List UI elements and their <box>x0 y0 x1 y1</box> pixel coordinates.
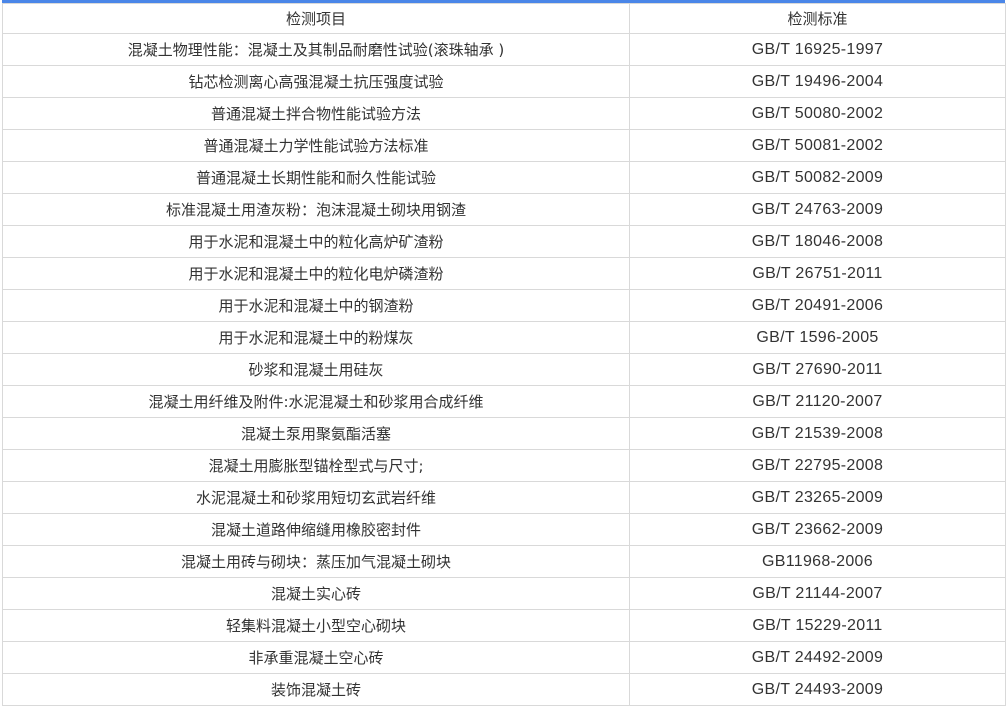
test-item-cell: 水泥混凝土和砂浆用短切玄武岩纤维 <box>2 481 630 514</box>
test-standard-cell: GB11968-2006 <box>629 545 1006 578</box>
test-item-cell: 混凝土用纤维及附件:水泥混凝土和砂浆用合成纤维 <box>2 385 630 418</box>
test-item-cell: 普通混凝土长期性能和耐久性能试验 <box>2 161 630 194</box>
table-header-row: 检测项目 检测标准 <box>2 3 1006 34</box>
table-row: 普通混凝土长期性能和耐久性能试验 GB/T 50082-2009 <box>2 161 1006 194</box>
test-standard-cell: GB/T 20491-2006 <box>629 289 1006 322</box>
table-row: 用于水泥和混凝土中的钢渣粉 GB/T 20491-2006 <box>2 289 1006 322</box>
standards-table-container: 检测项目 检测标准 混凝土物理性能：混凝土及其制品耐磨性试验(滚珠轴承 ) GB/… <box>2 0 1006 706</box>
table-row: 标准混凝土用渣灰粉：泡沫混凝土砌块用钢渣 GB/T 24763-2009 <box>2 193 1006 226</box>
test-item-cell: 用于水泥和混凝土中的粒化电炉磷渣粉 <box>2 257 630 290</box>
test-item-cell: 混凝土用膨胀型锚栓型式与尺寸; <box>2 449 630 482</box>
test-item-cell: 混凝土物理性能：混凝土及其制品耐磨性试验(滚珠轴承 ) <box>2 33 630 66</box>
test-standard-cell: GB/T 50081-2002 <box>629 129 1006 162</box>
test-standard-cell: GB/T 27690-2011 <box>629 353 1006 386</box>
header-test-item: 检测项目 <box>2 3 630 34</box>
test-item-cell: 用于水泥和混凝土中的粉煤灰 <box>2 321 630 354</box>
test-item-cell: 普通混凝土拌合物性能试验方法 <box>2 97 630 130</box>
test-standard-cell: GB/T 50082-2009 <box>629 161 1006 194</box>
test-item-cell: 用于水泥和混凝土中的钢渣粉 <box>2 289 630 322</box>
test-standard-cell: GB/T 21539-2008 <box>629 417 1006 450</box>
table-row: 轻集料混凝土小型空心砌块 GB/T 15229-2011 <box>2 609 1006 642</box>
test-item-cell: 标准混凝土用渣灰粉：泡沫混凝土砌块用钢渣 <box>2 193 630 226</box>
test-standard-cell: GB/T 26751-2011 <box>629 257 1006 290</box>
test-standard-cell: GB/T 16925-1997 <box>629 33 1006 66</box>
table-row: 用于水泥和混凝土中的粒化电炉磷渣粉 GB/T 26751-2011 <box>2 257 1006 290</box>
test-item-cell: 轻集料混凝土小型空心砌块 <box>2 609 630 642</box>
table-row: 混凝土用纤维及附件:水泥混凝土和砂浆用合成纤维 GB/T 21120-2007 <box>2 385 1006 418</box>
test-item-cell: 钻芯检测离心高强混凝土抗压强度试验 <box>2 65 630 98</box>
test-item-cell: 普通混凝土力学性能试验方法标准 <box>2 129 630 162</box>
table-row: 混凝土实心砖 GB/T 21144-2007 <box>2 577 1006 610</box>
test-item-cell: 非承重混凝土空心砖 <box>2 641 630 674</box>
table-row: 用于水泥和混凝土中的粒化高炉矿渣粉 GB/T 18046-2008 <box>2 225 1006 258</box>
test-standard-cell: GB/T 23265-2009 <box>629 481 1006 514</box>
table-row: 水泥混凝土和砂浆用短切玄武岩纤维 GB/T 23265-2009 <box>2 481 1006 514</box>
table-row: 钻芯检测离心高强混凝土抗压强度试验 GB/T 19496-2004 <box>2 65 1006 98</box>
test-standard-cell: GB/T 15229-2011 <box>629 609 1006 642</box>
table-row: 混凝土物理性能：混凝土及其制品耐磨性试验(滚珠轴承 ) GB/T 16925-19… <box>2 33 1006 66</box>
test-standard-cell: GB/T 24763-2009 <box>629 193 1006 226</box>
table-row: 混凝土道路伸缩缝用橡胶密封件 GB/T 23662-2009 <box>2 513 1006 546</box>
test-standard-cell: GB/T 50080-2002 <box>629 97 1006 130</box>
table-row: 用于水泥和混凝土中的粉煤灰 GB/T 1596-2005 <box>2 321 1006 354</box>
test-standard-cell: GB/T 23662-2009 <box>629 513 1006 546</box>
table-body: 混凝土物理性能：混凝土及其制品耐磨性试验(滚珠轴承 ) GB/T 16925-19… <box>2 33 1006 706</box>
test-standard-cell: GB/T 18046-2008 <box>629 225 1006 258</box>
test-item-cell: 混凝土实心砖 <box>2 577 630 610</box>
test-standard-cell: GB/T 24493-2009 <box>629 673 1006 706</box>
header-test-standard: 检测标准 <box>629 3 1006 34</box>
test-standard-cell: GB/T 19496-2004 <box>629 65 1006 98</box>
table-row: 混凝土泵用聚氨酯活塞 GB/T 21539-2008 <box>2 417 1006 450</box>
test-standard-cell: GB/T 1596-2005 <box>629 321 1006 354</box>
test-item-cell: 用于水泥和混凝土中的粒化高炉矿渣粉 <box>2 225 630 258</box>
table-row: 非承重混凝土空心砖 GB/T 24492-2009 <box>2 641 1006 674</box>
test-standard-cell: GB/T 22795-2008 <box>629 449 1006 482</box>
test-item-cell: 装饰混凝土砖 <box>2 673 630 706</box>
test-item-cell: 混凝土泵用聚氨酯活塞 <box>2 417 630 450</box>
test-standard-cell: GB/T 21144-2007 <box>629 577 1006 610</box>
table-row: 普通混凝土拌合物性能试验方法 GB/T 50080-2002 <box>2 97 1006 130</box>
table-row: 装饰混凝土砖 GB/T 24493-2009 <box>2 673 1006 706</box>
table-row: 普通混凝土力学性能试验方法标准 GB/T 50081-2002 <box>2 129 1006 162</box>
test-item-cell: 混凝土用砖与砌块：蒸压加气混凝土砌块 <box>2 545 630 578</box>
table-row: 混凝土用砖与砌块：蒸压加气混凝土砌块 GB11968-2006 <box>2 545 1006 578</box>
table-row: 砂浆和混凝土用硅灰 GB/T 27690-2011 <box>2 353 1006 386</box>
test-item-cell: 砂浆和混凝土用硅灰 <box>2 353 630 386</box>
standards-table: 检测项目 检测标准 混凝土物理性能：混凝土及其制品耐磨性试验(滚珠轴承 ) GB/… <box>2 3 1006 706</box>
test-item-cell: 混凝土道路伸缩缝用橡胶密封件 <box>2 513 630 546</box>
table-row: 混凝土用膨胀型锚栓型式与尺寸; GB/T 22795-2008 <box>2 449 1006 482</box>
test-standard-cell: GB/T 24492-2009 <box>629 641 1006 674</box>
test-standard-cell: GB/T 21120-2007 <box>629 385 1006 418</box>
